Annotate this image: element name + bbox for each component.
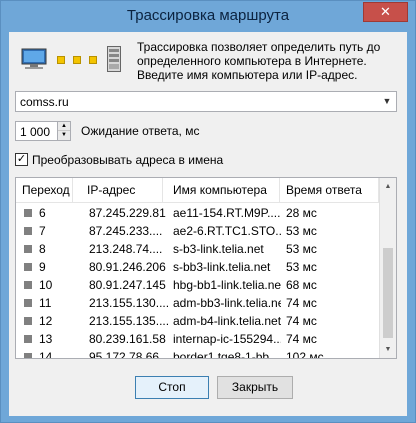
- close-button[interactable]: Закрыть: [217, 376, 293, 399]
- cell-time: 28 мс: [286, 206, 317, 220]
- cell-host: ae11-154.RT.M9P....: [173, 206, 281, 220]
- stepper-buttons: ▲ ▼: [57, 122, 70, 140]
- hop-node-icon: [24, 353, 32, 358]
- window-title: Трассировка маршрута: [126, 7, 290, 24]
- scroll-up-icon[interactable]: ▲: [380, 178, 396, 195]
- hop-node-icon: [24, 281, 32, 289]
- cell-hop: 14: [39, 350, 53, 359]
- column-header-hostname[interactable]: Имя компьютера: [163, 178, 280, 202]
- cell-time: 74 мс: [286, 314, 317, 328]
- cell-host: border1.tge8-1-bb....: [173, 350, 281, 359]
- chevron-down-icon[interactable]: ▼: [380, 94, 394, 109]
- cell-ip: 87.245.229.81: [89, 206, 166, 220]
- cell-ip: 80.91.247.145: [89, 278, 166, 292]
- cell-hop: 7: [39, 224, 46, 238]
- table-row[interactable]: 11 213.155.130.... adm-bb3-link.telia.net 7…: [16, 294, 379, 312]
- computer-icon: [21, 48, 47, 69]
- trace-results-list[interactable]: Переход IP-адрес Имя компьютера Время от…: [15, 177, 397, 359]
- cell-ip: 95.172.78.66: [89, 350, 160, 359]
- timeout-label: Ожидание ответа, мс: [81, 124, 200, 138]
- traceroute-window: Трассировка маршрута ✕ Трассировка позво…: [0, 0, 416, 423]
- host-combobox[interactable]: comss.ru ▼: [15, 91, 397, 112]
- cell-time: 102 мс: [286, 350, 324, 359]
- cell-hop: 6: [39, 206, 46, 220]
- cell-time: 74 мс: [286, 332, 317, 346]
- hop-node-icon: [24, 299, 32, 307]
- hop-node-icon: [24, 335, 32, 343]
- description-text: Трассировка позволяет определить путь до…: [137, 40, 381, 82]
- cell-host: internap-ic-155294....: [173, 332, 281, 346]
- table-row[interactable]: 10 80.91.247.145 hbg-bb1-link.telia.net 68 …: [16, 276, 379, 294]
- hop-node-icon: [24, 209, 32, 217]
- route-dot-icon: [73, 56, 81, 64]
- stop-button[interactable]: Стоп: [135, 376, 209, 399]
- cell-hop: 8: [39, 242, 46, 256]
- scroll-thumb[interactable]: [383, 248, 393, 338]
- table-row[interactable]: 9 80.91.246.206 s-bb3-link.telia.net 53 мс: [16, 258, 379, 276]
- scroll-down-icon[interactable]: ▼: [380, 341, 396, 358]
- server-icon: [107, 46, 121, 72]
- cell-host: ae2-6.RT.TC1.STO....: [173, 224, 281, 238]
- column-header-hop[interactable]: Переход: [16, 178, 73, 202]
- hop-node-icon: [24, 245, 32, 253]
- table-row[interactable]: 14 95.172.78.66 border1.tge8-1-bb.... 102 м…: [16, 348, 379, 359]
- table-row[interactable]: 7 87.245.233.... ae2-6.RT.TC1.STO.... 53 мс: [16, 222, 379, 240]
- cell-time: 68 мс: [286, 278, 317, 292]
- route-dot-icon: [89, 56, 97, 64]
- table-row[interactable]: 12 213.155.135.... adm-b4-link.telia.net 74…: [16, 312, 379, 330]
- window-close-button[interactable]: ✕: [363, 2, 408, 22]
- table-row[interactable]: 6 87.245.229.81 ae11-154.RT.M9P.... 28 мс: [16, 204, 379, 222]
- cell-time: 74 мс: [286, 296, 317, 310]
- cell-ip: 80.91.246.206: [89, 260, 166, 274]
- cell-hop: 13: [39, 332, 53, 346]
- cell-hop: 10: [39, 278, 53, 292]
- cell-ip: 87.245.233....: [89, 224, 163, 238]
- table-row[interactable]: 13 80.239.161.58 internap-ic-155294.... 74 …: [16, 330, 379, 348]
- cell-host: adm-b4-link.telia.net: [173, 314, 281, 328]
- vertical-scrollbar[interactable]: ▲ ▼: [379, 178, 396, 358]
- column-header-response-time[interactable]: Время ответа: [280, 178, 379, 202]
- host-input[interactable]: comss.ru: [20, 95, 69, 109]
- cell-ip: 213.248.74....: [89, 242, 163, 256]
- cell-host: adm-bb3-link.telia.net: [173, 296, 281, 310]
- title-bar[interactable]: Трассировка маршрута ✕: [1, 1, 415, 32]
- hop-node-icon: [24, 317, 32, 325]
- cell-hop: 9: [39, 260, 46, 274]
- timeout-stepper[interactable]: 1 000 ▲ ▼: [15, 121, 71, 141]
- cell-host: s-bb3-link.telia.net: [173, 260, 271, 274]
- column-header-ip[interactable]: IP-адрес: [73, 178, 163, 202]
- resolve-names-checkbox[interactable]: ✓: [15, 153, 28, 166]
- list-header: Переход IP-адрес Имя компьютера Время от…: [16, 178, 379, 203]
- cell-time: 53 мс: [286, 224, 317, 238]
- cell-ip: 213.155.130....: [89, 296, 169, 310]
- dialog-client-area: Трассировка позволяет определить путь до…: [9, 32, 407, 416]
- cell-hop: 11: [39, 296, 52, 310]
- cell-hop: 12: [39, 314, 53, 328]
- stepper-down-icon[interactable]: ▼: [58, 131, 70, 140]
- cell-time: 53 мс: [286, 242, 317, 256]
- cell-host: hbg-bb1-link.telia.net: [173, 278, 281, 292]
- hop-node-icon: [24, 263, 32, 271]
- trace-illustration: [19, 46, 131, 74]
- list-rows: 6 87.245.229.81 ae11-154.RT.M9P.... 28 мс 7 8…: [16, 204, 379, 359]
- timeout-value[interactable]: 1 000: [20, 125, 50, 139]
- stepper-up-icon[interactable]: ▲: [58, 122, 70, 131]
- hop-node-icon: [24, 227, 32, 235]
- cell-host: s-b3-link.telia.net: [173, 242, 264, 256]
- resolve-names-label[interactable]: Преобразовывать адреса в имена: [32, 153, 223, 167]
- cell-ip: 213.155.135....: [89, 314, 169, 328]
- route-dot-icon: [57, 56, 65, 64]
- table-row[interactable]: 8 213.248.74.... s-b3-link.telia.net 53 мс: [16, 240, 379, 258]
- cell-ip: 80.239.161.58: [89, 332, 166, 346]
- cell-time: 53 мс: [286, 260, 317, 274]
